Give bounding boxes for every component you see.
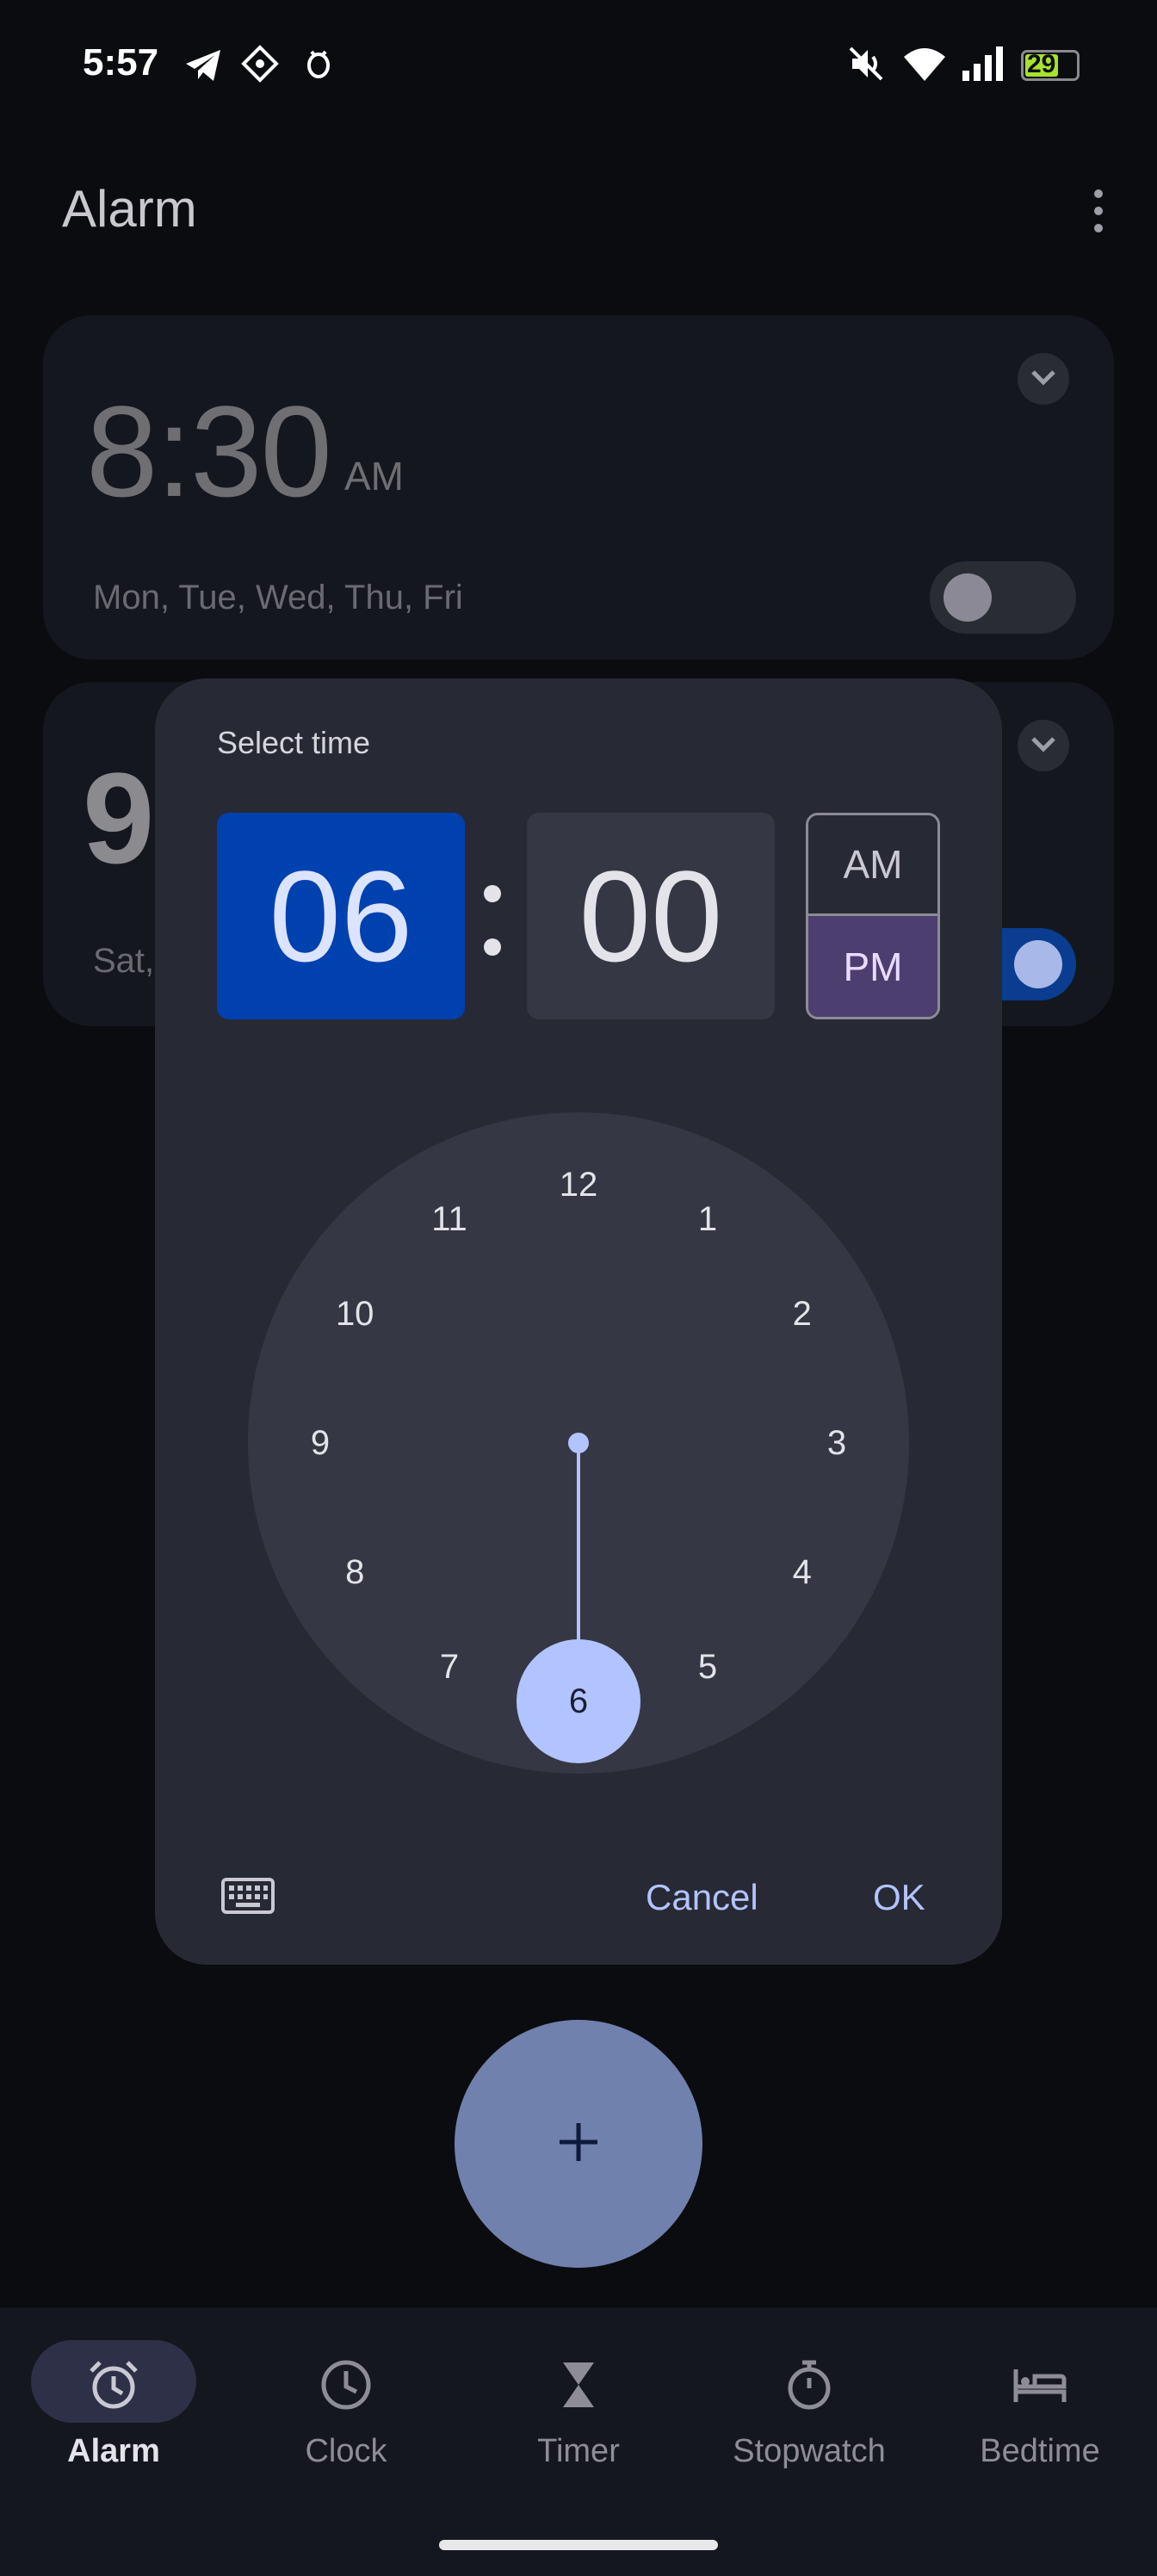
telegram-icon <box>183 45 224 90</box>
pm-button[interactable]: PM <box>808 916 937 1017</box>
dial-number-1[interactable]: 1 <box>673 1193 742 1245</box>
dial-number-7[interactable]: 7 <box>415 1641 484 1693</box>
more-options-icon[interactable] <box>1088 189 1109 238</box>
dial-number-3[interactable]: 3 <box>802 1417 871 1469</box>
status-time: 5:57 <box>83 41 159 84</box>
clock-hand <box>577 1443 580 1650</box>
time-separator <box>484 885 504 992</box>
alarm-days: Mon, Tue, Wed, Thu, Fri <box>93 579 463 616</box>
nav-item-bedtime[interactable]: Bedtime <box>937 2340 1143 2495</box>
hour-field[interactable]: 06 <box>217 813 465 1019</box>
bed-icon <box>1012 2357 1067 2412</box>
stopwatch-icon <box>782 2357 837 2412</box>
dial-number-8[interactable]: 8 <box>320 1546 389 1598</box>
keyboard-icon[interactable] <box>220 1877 275 1915</box>
battery-level: 29 <box>1027 50 1056 78</box>
nav-item-alarm[interactable]: Alarm <box>10 2340 217 2495</box>
alarm-toggle[interactable] <box>930 561 1076 634</box>
nav-item-clock[interactable]: Clock <box>243 2340 449 2495</box>
alarm-days: Sat, <box>93 942 155 980</box>
alarm-icon <box>86 2357 141 2412</box>
nav-label: Alarm <box>67 2433 160 2469</box>
add-alarm-button[interactable] <box>455 2020 702 2268</box>
dial-number-11[interactable]: 11 <box>415 1193 484 1245</box>
nav-item-timer[interactable]: Timer <box>475 2340 682 2495</box>
nav-label: Bedtime <box>980 2433 1100 2469</box>
page-title: Alarm <box>62 180 197 238</box>
signal-icon <box>961 45 1005 87</box>
dial-number-4[interactable]: 4 <box>768 1546 837 1598</box>
dial-center <box>568 1433 589 1453</box>
cancel-button[interactable]: Cancel <box>646 1877 758 1918</box>
clock-icon <box>319 2357 374 2412</box>
dial-number-12[interactable]: 12 <box>544 1159 613 1211</box>
selected-hour-handle[interactable]: 6 <box>517 1639 640 1763</box>
expand-chevron-icon[interactable] <box>1018 720 1069 771</box>
diamond-app-icon <box>241 45 279 87</box>
period-selector: AM PM <box>806 813 940 1019</box>
alarm-ampm: AM <box>344 454 404 498</box>
mute-icon <box>847 45 885 87</box>
plus-icon <box>554 2118 603 2170</box>
expand-chevron-icon[interactable] <box>1018 353 1069 405</box>
bottom-navigation: Alarm Clock Timer Stopwatch Bedtime <box>0 2307 1157 2576</box>
status-bar: 5:57 29 <box>0 0 1157 129</box>
nav-label: Stopwatch <box>733 2433 886 2469</box>
nav-label: Clock <box>305 2433 387 2469</box>
battery-charging-icon: 29 <box>1021 50 1080 81</box>
dial-number-10[interactable]: 10 <box>320 1288 389 1340</box>
clock-dial[interactable]: 11 10 9 8 7 5 4 3 2 1 12 6 <box>248 1112 909 1774</box>
nav-item-stopwatch[interactable]: Stopwatch <box>706 2340 913 2495</box>
nav-label: Timer <box>537 2433 620 2469</box>
hourglass-icon <box>551 2357 606 2412</box>
minute-field[interactable]: 00 <box>527 813 775 1019</box>
dial-number-2[interactable]: 2 <box>768 1288 837 1340</box>
bug-icon <box>303 45 334 84</box>
home-indicator[interactable] <box>439 2540 718 2550</box>
dialog-title: Select time <box>217 725 371 760</box>
dial-number-9[interactable]: 9 <box>286 1417 355 1469</box>
alarm-time[interactable]: 9 <box>83 744 154 893</box>
time-picker-dialog: Select time 06 00 AM PM 11 10 9 8 7 5 4 3 2 1 12 6… <box>155 678 1002 1965</box>
wifi-icon <box>902 45 947 87</box>
alarm-card[interactable]: 8:30 AM Mon, Tue, Wed, Thu, Fri <box>43 315 1114 659</box>
dial-number-5[interactable]: 5 <box>673 1641 742 1693</box>
am-button[interactable]: AM <box>808 815 937 916</box>
ok-button[interactable]: OK <box>873 1877 925 1918</box>
alarm-time[interactable]: 8:30 <box>86 377 332 526</box>
